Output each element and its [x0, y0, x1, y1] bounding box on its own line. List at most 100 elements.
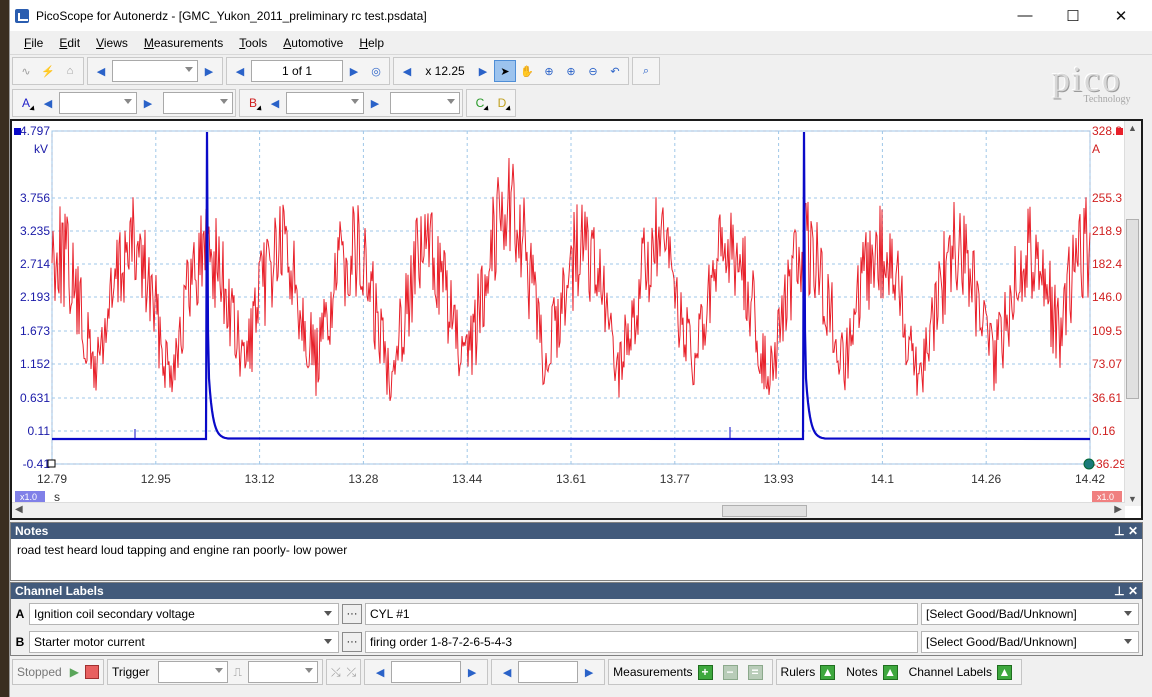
right-axis-tick: 146.0: [1092, 290, 1122, 304]
status-select[interactable]: [Select Good/Bad/Unknown]: [921, 631, 1139, 653]
zoom-area-icon[interactable]: ⊕: [538, 60, 560, 82]
timebase-next-icon[interactable]: ▶: [198, 60, 220, 82]
buffer-field[interactable]: 1 of 1: [251, 60, 343, 82]
trigger-level-field[interactable]: [391, 661, 462, 683]
compass-icon[interactable]: ◎: [365, 60, 387, 82]
close-button[interactable]: ✕: [1098, 0, 1144, 31]
measurements-group: Measurements + − =: [608, 659, 773, 685]
status-select[interactable]: [Select Good/Bad/Unknown]: [921, 603, 1139, 625]
start-icon[interactable]: ▶: [70, 665, 79, 679]
left-axis-tick: 1.673: [20, 324, 50, 338]
vertical-scroll-thumb[interactable]: [1126, 219, 1139, 399]
auto-setup-icon[interactable]: ⚡: [37, 60, 59, 82]
channel-labels-pin-close-icons[interactable]: ⊥ ✕: [1114, 583, 1138, 599]
menu-help[interactable]: Help: [351, 36, 392, 50]
remove-measurement-icon[interactable]: −: [722, 664, 738, 680]
zoom-in-icon[interactable]: ⊕: [560, 60, 582, 82]
trigger-level-next-icon[interactable]: ▶: [461, 661, 483, 683]
zoom-prev-icon[interactable]: ◀: [396, 60, 418, 82]
channel-a-button[interactable]: A: [15, 92, 37, 114]
left-axis-tick: 3.756: [20, 191, 50, 205]
scroll-down-icon[interactable]: ▼: [1128, 494, 1137, 504]
channel-b-coupling-select[interactable]: [390, 92, 460, 114]
trigger-delay-next-icon[interactable]: ▶: [578, 661, 600, 683]
menu-file[interactable]: File: [16, 36, 51, 50]
buffer-prev-icon[interactable]: ◀: [229, 60, 251, 82]
zoom-next-icon[interactable]: ▶: [472, 60, 494, 82]
scroll-up-icon[interactable]: ▲: [1128, 123, 1137, 133]
notes-pin-close-icons[interactable]: ⊥ ✕: [1114, 523, 1138, 539]
channel-a-coupling-select[interactable]: [163, 92, 233, 114]
right-axis-tick: 36.61: [1092, 391, 1122, 405]
zoom-field: x 12.25: [425, 64, 465, 78]
channel-labels-header: Channel Labels ⊥ ✕: [11, 583, 1142, 599]
scroll-left-icon[interactable]: ◀: [15, 504, 23, 515]
falling-edge-icon[interactable]: ⤰: [347, 665, 357, 680]
home-icon[interactable]: ⌂: [59, 60, 81, 82]
trigger-mode-select[interactable]: [157, 661, 228, 683]
channel-a-range-select[interactable]: [59, 92, 137, 114]
scroll-right-icon[interactable]: ▶: [1114, 504, 1122, 515]
menu-views[interactable]: Views: [88, 36, 136, 50]
trigger-level-prev-icon[interactable]: ◀: [369, 661, 391, 683]
channel-a-marker: [14, 128, 21, 135]
more-options-button[interactable]: ···: [342, 632, 362, 652]
menu-edit[interactable]: Edit: [51, 36, 88, 50]
vertical-scrollbar[interactable]: ▲ ▼: [1124, 121, 1141, 506]
menu-measurements[interactable]: Measurements: [136, 36, 231, 50]
buffer-next-icon[interactable]: ▶: [343, 60, 365, 82]
channel-name-select[interactable]: Ignition coil secondary voltage: [29, 603, 339, 625]
pointer-tool-icon[interactable]: ➤: [494, 60, 516, 82]
rising-edge-icon[interactable]: ⤯: [331, 665, 341, 680]
channel-label-field[interactable]: CYL #1: [365, 603, 918, 625]
add-measurement-icon[interactable]: +: [697, 664, 713, 680]
scope-graph[interactable]: 4.797 3.756 3.235 2.714 2.193 1.673 1.152 0.631…: [12, 121, 1125, 505]
title-bar: PicoScope for Autonerdz - [GMC_Yukon_201…: [10, 0, 1152, 31]
window-title: PicoScope for Autonerdz - [GMC_Yukon_201…: [36, 8, 427, 23]
zoom-out-icon[interactable]: ⊖: [582, 60, 604, 82]
scope-mode-icon[interactable]: ∿: [15, 60, 37, 82]
trigger-delay-field[interactable]: [518, 661, 579, 683]
x-axis-tick: 14.26: [971, 472, 1001, 486]
horizontal-scrollbar[interactable]: ◀ ▶: [12, 502, 1125, 518]
channel-c-button[interactable]: C: [469, 92, 491, 114]
channel-a-range-next-icon[interactable]: ▶: [137, 92, 159, 114]
menu-automotive[interactable]: Automotive: [275, 36, 351, 50]
channel-d-button[interactable]: D: [491, 92, 513, 114]
channel-label-field[interactable]: firing order 1-8-7-2-6-5-4-3: [365, 631, 918, 653]
rulers-label: Rulers: [780, 665, 816, 679]
x-axis-tick: 13.28: [348, 472, 378, 486]
channel-b-range-next-icon[interactable]: ▶: [364, 92, 386, 114]
trigger-edge-icon[interactable]: ⎍: [234, 665, 242, 680]
stop-icon[interactable]: [84, 665, 99, 679]
minimize-button[interactable]: —: [1002, 0, 1048, 31]
menu-tools[interactable]: Tools: [231, 36, 275, 50]
channel-b-range-prev-icon[interactable]: ◀: [264, 92, 286, 114]
scope-view[interactable]: 4.797 3.756 3.235 2.714 2.193 1.673 1.152 0.631…: [10, 119, 1143, 520]
right-offset-marker: [1083, 458, 1095, 470]
more-options-button[interactable]: ···: [342, 604, 362, 624]
timebase-select[interactable]: [112, 60, 198, 82]
trigger-edit-group: ⤯ ⤰: [325, 659, 362, 685]
maximize-button[interactable]: ☐: [1050, 0, 1096, 31]
timebase-prev-icon[interactable]: ◀: [90, 60, 112, 82]
trigger-delay-prev-icon[interactable]: ◀: [496, 661, 518, 683]
channel-toolbar: A ◀ ▶ B ◀ ▶ C D: [10, 89, 1143, 117]
channel-name-select[interactable]: Starter motor current: [29, 631, 339, 653]
notes-text[interactable]: road test heard loud tapping and engine …: [11, 539, 1142, 561]
channel-b-button[interactable]: B: [242, 92, 264, 114]
right-axis-tick: 109.5: [1092, 324, 1122, 338]
undo-zoom-icon[interactable]: ↶: [604, 60, 626, 82]
edit-measurement-icon[interactable]: =: [747, 664, 763, 680]
zoom-overview-icon[interactable]: ⌕: [635, 60, 657, 82]
app-icon: [15, 8, 29, 23]
notes-toggle-icon[interactable]: ▲: [882, 664, 898, 680]
rulers-toggle-icon[interactable]: ▲: [820, 664, 836, 680]
channel-a-range-prev-icon[interactable]: ◀: [37, 92, 59, 114]
horizontal-scroll-thumb[interactable]: [722, 505, 807, 517]
channel-b-range-select[interactable]: [286, 92, 364, 114]
hand-tool-icon[interactable]: ✋: [516, 60, 538, 82]
channel-labels-toggle-icon[interactable]: ▲: [996, 664, 1012, 680]
trigger-source-select[interactable]: [247, 661, 318, 683]
trigger-group: Trigger ⎍: [106, 659, 323, 685]
